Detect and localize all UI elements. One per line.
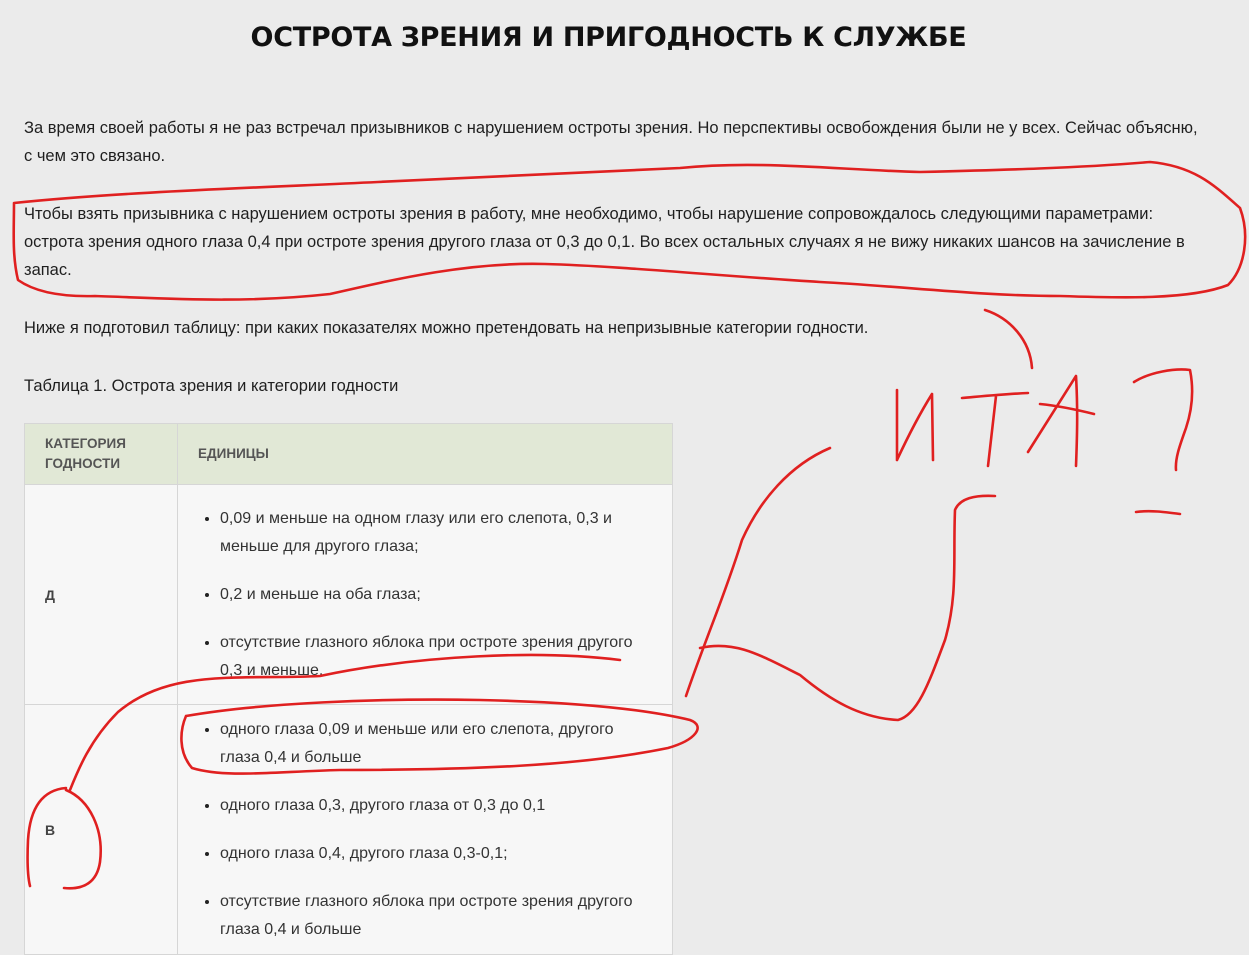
fitness-category-table: КАТЕГОРИЯ ГОДНОСТИ ЕДИНИЦЫ Д 0,09 и мень… — [24, 423, 673, 955]
criteria-cell: одного глаза 0,09 и меньше или его слепо… — [177, 704, 673, 955]
list-item: одного глаза 0,4, другого глаза 0,3-0,1; — [220, 840, 652, 868]
table-header-row: КАТЕГОРИЯ ГОДНОСТИ ЕДИНИЦЫ — [24, 423, 673, 485]
annotation-letter-t — [960, 391, 1030, 468]
list-item: одного глаза 0,09 и меньше или его слепо… — [220, 716, 652, 772]
header-units: ЕДИНИЦЫ — [177, 423, 673, 485]
header-category: КАТЕГОРИЯ ГОДНОСТИ — [24, 423, 178, 485]
table-intro-paragraph: Ниже я подготовил таблицу: при каких пок… — [24, 319, 869, 337]
list-item: одного глаза 0,3, другого глаза от 0,3 д… — [220, 792, 652, 820]
category-cell: Д — [24, 484, 178, 705]
table-row: В одного глаза 0,09 и меньше или его сле… — [24, 704, 673, 955]
criteria-list: 0,09 и меньше на одном глазу или его сле… — [198, 494, 652, 695]
list-item: 0,09 и меньше на одном глазу или его сле… — [220, 505, 652, 561]
category-cell: В — [24, 704, 178, 955]
annotation-question-mark — [1132, 368, 1194, 516]
annotation-connector-up — [684, 446, 832, 698]
annotation-letter-i — [895, 388, 935, 462]
list-item: отсутствие глазного яблока при остроте з… — [220, 629, 652, 685]
conditions-paragraph: Чтобы взять призывника с нарушением остр… — [24, 205, 1185, 279]
page-title: ОСТРОТА ЗРЕНИЯ И ПРИГОДНОСТЬ К СЛУЖБЕ — [250, 22, 967, 53]
criteria-list: одного глаза 0,09 и меньше или его слепо… — [198, 705, 652, 954]
list-item: 0,2 и меньше на оба глаза; — [220, 581, 652, 609]
intro-paragraph: За время своей работы я не раз встречал … — [24, 119, 1198, 165]
table-caption: Таблица 1. Острота зрения и категории го… — [24, 377, 399, 395]
list-item: отсутствие глазного яблока при остроте з… — [220, 888, 652, 944]
annotation-connector-down — [698, 494, 997, 722]
article-page: ОСТРОТА ЗРЕНИЯ И ПРИГОДНОСТЬ К СЛУЖБЕ За… — [0, 0, 1249, 955]
annotation-letter-a — [1026, 374, 1096, 468]
table-row: Д 0,09 и меньше на одном глазу или его с… — [24, 484, 673, 705]
criteria-cell: 0,09 и меньше на одном глазу или его сле… — [177, 484, 673, 705]
